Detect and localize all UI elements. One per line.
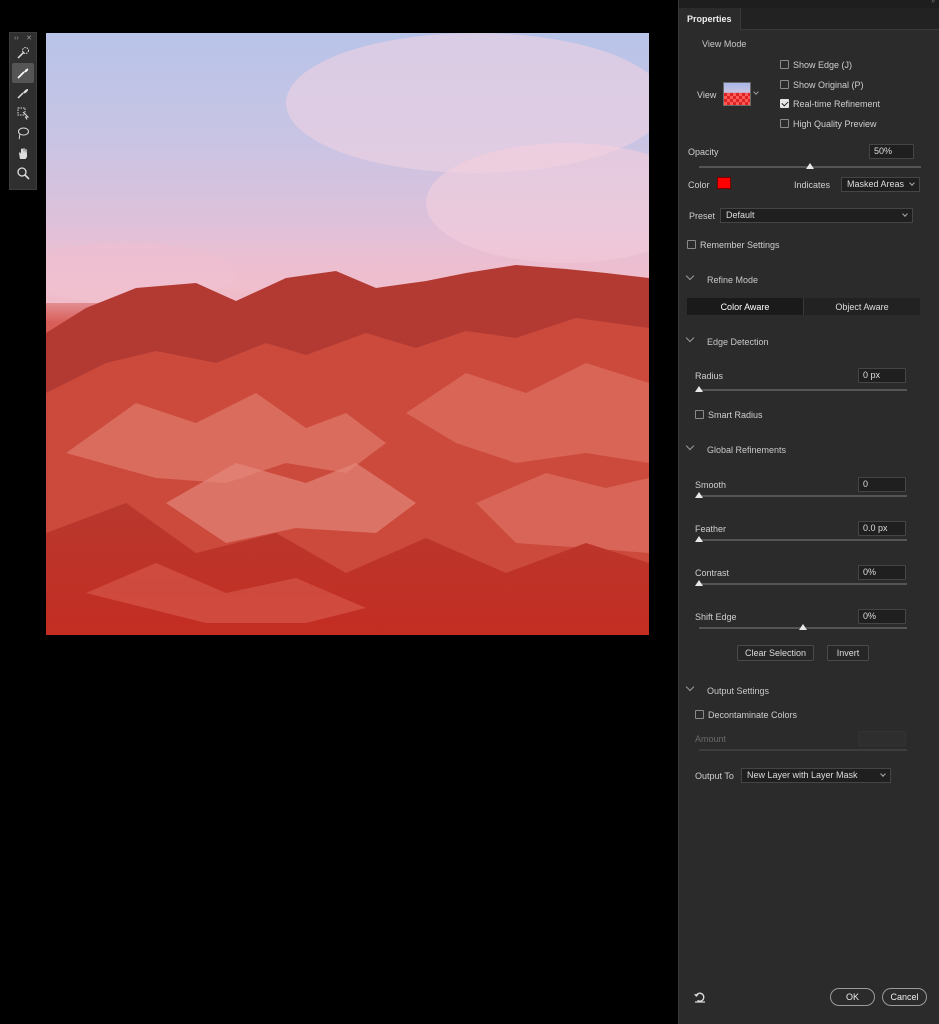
image-preview[interactable] [46, 33, 649, 635]
radius-input[interactable]: 0 px [858, 368, 906, 383]
global-refinements-collapse-icon[interactable] [685, 441, 695, 451]
edge-detection-collapse-icon[interactable] [685, 333, 695, 343]
ok-button[interactable]: OK [830, 988, 875, 1006]
clear-selection-button[interactable]: Clear Selection [737, 645, 814, 661]
remember-settings-label: Remember Settings [700, 240, 780, 250]
close-icon[interactable]: ✕ [26, 34, 32, 42]
feather-input[interactable]: 0.0 px [858, 521, 906, 536]
shift-edge-label: Shift Edge [695, 612, 737, 622]
properties-panel: » Properties View Mode View Show Edge (J… [678, 0, 939, 1024]
show-original-label: Show Original (P) [793, 80, 864, 90]
panel-collapse-icon[interactable]: » [931, 0, 935, 5]
smart-radius-checkbox[interactable] [695, 410, 704, 419]
chevron-down-icon [880, 771, 886, 777]
view-mode-thumbnail[interactable] [723, 82, 751, 106]
invert-button[interactable]: Invert [827, 645, 869, 661]
high-quality-preview-checkbox[interactable] [780, 119, 789, 128]
smooth-slider-track[interactable] [699, 495, 907, 497]
chevron-down-icon [902, 211, 908, 217]
smooth-input[interactable]: 0 [858, 477, 906, 492]
panel-top-strip: » [679, 0, 939, 8]
output-settings-collapse-icon[interactable] [685, 682, 695, 692]
realtime-refinement-label: Real-time Refinement [793, 99, 881, 109]
color-label: Color [688, 180, 710, 190]
indicates-label: Indicates [794, 180, 831, 190]
mountain-landscape-image [46, 33, 649, 635]
opacity-slider-thumb[interactable] [806, 163, 814, 169]
zoom-icon[interactable] [12, 163, 34, 183]
show-edge-checkbox[interactable] [780, 60, 789, 69]
decontaminate-colors-checkbox[interactable] [695, 710, 704, 719]
realtime-refinement-checkbox[interactable] [780, 99, 789, 108]
radius-slider-thumb[interactable] [695, 386, 703, 392]
view-label: View [697, 90, 717, 100]
contrast-slider-track[interactable] [699, 583, 907, 585]
amount-input [858, 731, 906, 746]
show-edge-label: Show Edge (J) [793, 60, 853, 70]
reset-icon[interactable] [693, 990, 707, 1004]
feather-slider-track[interactable] [699, 539, 907, 541]
cancel-button[interactable]: Cancel [882, 988, 927, 1006]
opacity-input[interactable]: 50% [869, 144, 914, 159]
feather-label: Feather [695, 524, 727, 534]
shift-edge-slider-thumb[interactable] [799, 624, 807, 630]
refine-edge-brush-icon[interactable] [12, 63, 34, 83]
decontaminate-colors-label: Decontaminate Colors [708, 710, 798, 720]
preset-dropdown[interactable]: Default [720, 208, 913, 223]
remember-settings-checkbox[interactable] [687, 240, 696, 249]
feather-slider-thumb[interactable] [695, 536, 703, 542]
output-to-dropdown[interactable]: New Layer with Layer Mask [741, 768, 891, 783]
contrast-input[interactable]: 0% [858, 565, 906, 580]
amount-slider-track [699, 749, 907, 751]
color-aware-button[interactable]: Color Aware [687, 298, 803, 315]
global-refinements-title: Global Refinements [707, 445, 787, 455]
high-quality-preview-label: High Quality Preview [793, 119, 877, 129]
view-mode-title: View Mode [702, 39, 747, 49]
object-selection-icon[interactable] [12, 103, 34, 123]
contrast-slider-thumb[interactable] [695, 580, 703, 586]
refine-mode-collapse-icon[interactable] [685, 271, 695, 281]
output-to-label: Output To [695, 771, 734, 781]
show-original-checkbox[interactable] [780, 80, 789, 89]
contrast-label: Contrast [695, 568, 730, 578]
preset-value: Default [726, 210, 755, 220]
chevron-down-icon [909, 180, 915, 186]
refine-mode-title: Refine Mode [707, 275, 759, 285]
canvas-area[interactable] [0, 0, 678, 1024]
overlay-color-swatch[interactable] [717, 177, 731, 189]
brush-icon[interactable] [12, 83, 34, 103]
edge-detection-title: Edge Detection [707, 337, 769, 347]
smart-radius-label: Smart Radius [708, 410, 763, 420]
output-to-value: New Layer with Layer Mask [747, 770, 858, 780]
lasso-icon[interactable] [12, 123, 34, 143]
radius-label: Radius [695, 371, 724, 381]
amount-label: Amount [695, 734, 727, 744]
refine-mode-toggle: Color Aware Object Aware [687, 298, 920, 315]
smooth-slider-thumb[interactable] [695, 492, 703, 498]
preset-label: Preset [689, 211, 716, 221]
indicates-value: Masked Areas [847, 179, 905, 189]
output-settings-title: Output Settings [707, 686, 770, 696]
view-mode-dropdown-icon[interactable] [753, 89, 759, 95]
tab-properties[interactable]: Properties [679, 8, 741, 30]
smooth-label: Smooth [695, 480, 727, 490]
indicates-dropdown[interactable]: Masked Areas [841, 177, 920, 192]
shift-edge-input[interactable]: 0% [858, 609, 906, 624]
collapse-icon[interactable]: ‹› [14, 35, 19, 42]
opacity-label: Opacity [688, 147, 719, 157]
hand-icon[interactable] [12, 143, 34, 163]
quick-selection-brush-icon[interactable] [12, 43, 34, 63]
object-aware-button[interactable]: Object Aware [803, 298, 920, 315]
radius-slider-track[interactable] [699, 389, 907, 391]
panel-tabbar: Properties [679, 8, 939, 30]
tools-panel: ‹› ✕ [9, 32, 37, 190]
tools-panel-header: ‹› ✕ [10, 33, 36, 43]
